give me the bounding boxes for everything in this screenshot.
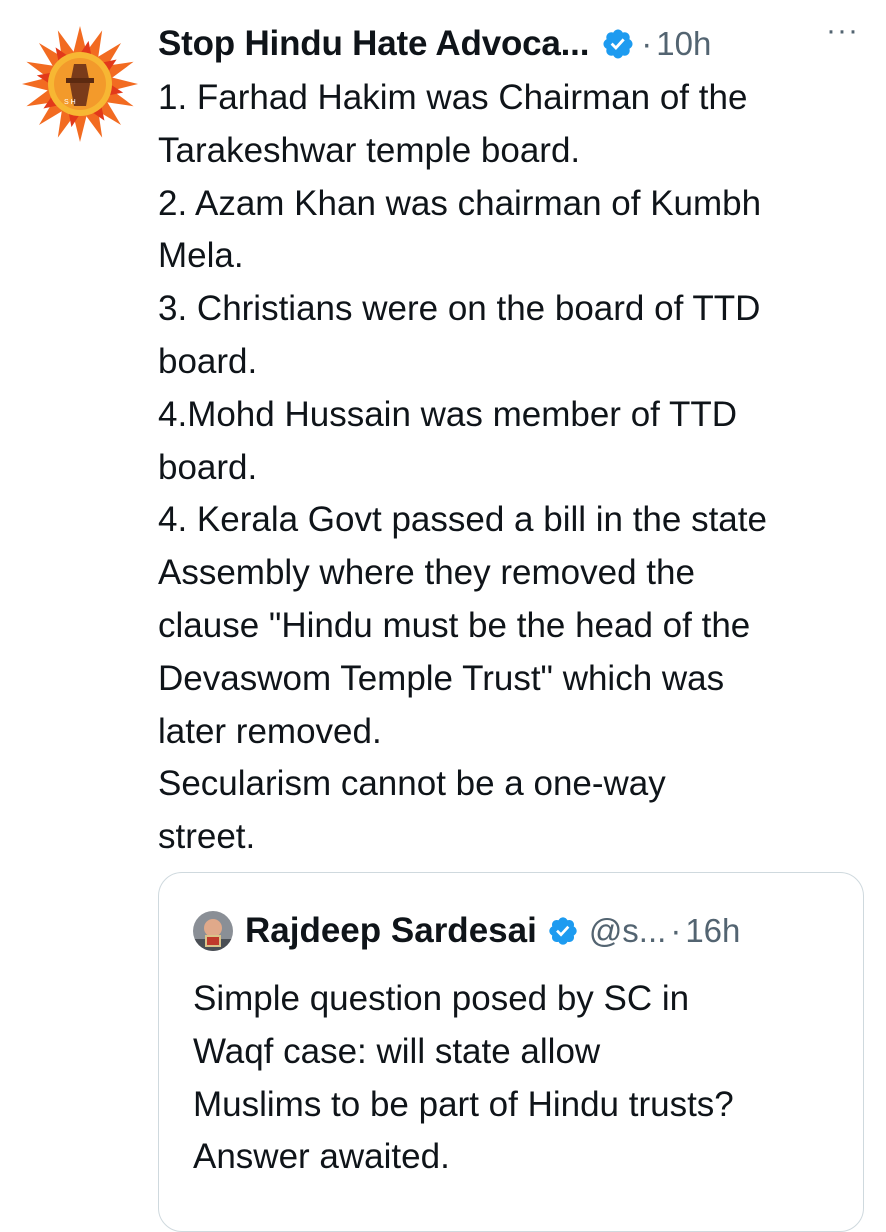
quoted-author-avatar[interactable] — [193, 911, 233, 951]
tweet-line: 4.Mohd Hussain was member of TTD — [158, 394, 738, 434]
quoted-tweet-line: Waqf case: will state allow — [193, 1031, 601, 1071]
tweet-line: street. — [158, 817, 256, 857]
quoted-tweet-text: Simple question posed by SC in Waqf case… — [193, 973, 853, 1184]
tweet-line: board. — [158, 341, 258, 381]
separator-dot: · — [670, 912, 682, 949]
quoted-tweet-line: Answer awaited. — [193, 1137, 450, 1177]
tweet-line: Secularism cannot be a one-way — [158, 764, 666, 804]
author-avatar[interactable]: S H — [22, 26, 138, 142]
tweet-header: Stop Hindu Hate Advoca... · 10h ··· — [158, 14, 868, 68]
quoted-tweet-line: Simple question posed by SC in — [193, 979, 690, 1018]
svg-text:S H: S H — [64, 99, 76, 106]
verified-badge-icon[interactable] — [601, 27, 635, 61]
separator-dot: · — [641, 25, 653, 62]
tweet-line: Assembly where they removed the — [158, 553, 695, 593]
quoted-tweet-timestamp[interactable]: 16h — [685, 912, 740, 950]
quoted-author-name[interactable]: Rajdeep Sardesai — [245, 911, 537, 951]
tweet-line: Tarakeshwar temple board. — [158, 130, 581, 170]
quoted-tweet-header: Rajdeep Sardesai @s... · 16h — [193, 909, 740, 953]
quoted-author-handle[interactable]: @s... — [589, 912, 667, 950]
tweet-line: 4. Kerala Govt passed a bill in the stat… — [158, 500, 767, 540]
tweet-text: 1. Farhad Hakim was Chairman of the Tara… — [158, 72, 870, 864]
tweet-line: Devaswom Temple Trust" which was — [158, 658, 725, 698]
quoted-tweet-card[interactable]: Rajdeep Sardesai @s... · 16h Simple ques… — [158, 872, 864, 1232]
person-avatar-icon — [193, 911, 233, 951]
quoted-tweet-line: Muslims to be part of Hindu trusts? — [193, 1084, 734, 1124]
author-name[interactable]: Stop Hindu Hate Advoca... — [158, 24, 589, 64]
tweet-line: 2. Azam Khan was chairman of Kumbh — [158, 183, 762, 223]
verified-badge-icon[interactable] — [547, 915, 579, 947]
tweet-line: 1. Farhad Hakim was Chairman of the — [158, 78, 748, 117]
tweet-line: Mela. — [158, 236, 244, 276]
tweet-line: 3. Christians were on the board of TTD — [158, 289, 761, 329]
tweet-line: board. — [158, 447, 258, 487]
sunburst-logo-icon: S H — [22, 26, 138, 142]
tweet-line: later removed. — [158, 711, 382, 751]
tweet-timestamp[interactable]: 10h — [656, 25, 711, 63]
tweet-line: clause "Hindu must be the head of the — [158, 605, 751, 645]
more-options-icon[interactable]: ··· — [826, 14, 859, 48]
